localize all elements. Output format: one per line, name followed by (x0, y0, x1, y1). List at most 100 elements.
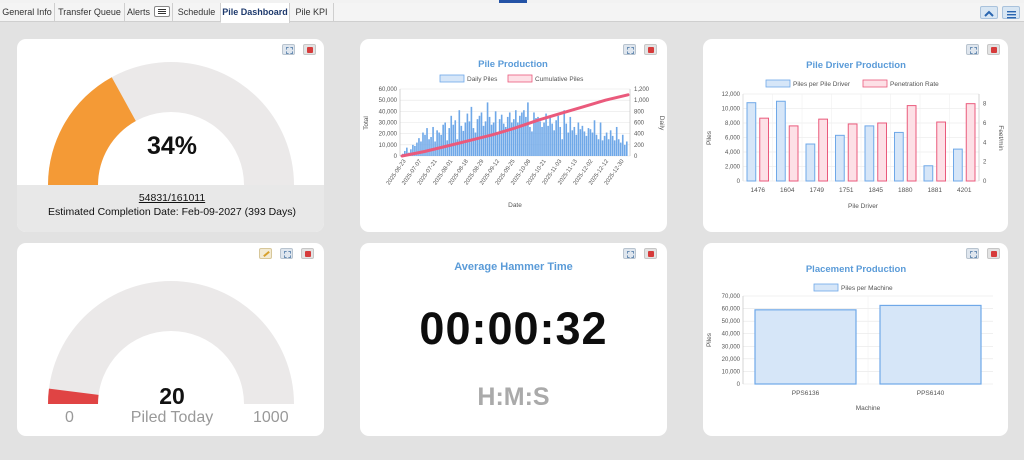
y2-tick-label: 800 (634, 109, 645, 115)
x-tick-label: 1476 (751, 187, 766, 194)
tab-pile-dashboard[interactable]: Pile Dashboard (221, 3, 290, 23)
daily-bar (573, 126, 576, 156)
daily-bar (527, 102, 529, 156)
piles-bar (923, 165, 934, 182)
daily-bar (623, 144, 626, 156)
daily-bar (537, 116, 539, 156)
daily-bar (456, 139, 459, 156)
daily-bar (438, 132, 440, 156)
daily-bar (430, 137, 432, 156)
daily-bar (539, 121, 541, 156)
daily-bar (478, 115, 481, 156)
daily-bar (555, 120, 557, 156)
chart-title: Placement Production (806, 264, 906, 275)
daily-bar (474, 132, 477, 156)
tab-alerts[interactable]: Alerts (125, 3, 173, 22)
hamburger-menu-icon[interactable] (1002, 6, 1020, 19)
tab-transfer-queue[interactable]: Transfer Queue (55, 3, 125, 22)
daily-bar (605, 132, 608, 156)
y2-tick-label: 600 (634, 121, 645, 127)
piles-bar (953, 148, 963, 182)
y-axis-title: Piles (706, 130, 713, 145)
x-tick-label: PPS6140 (917, 390, 945, 397)
legend-label-piles: Piles per Pile Driver (793, 81, 851, 88)
penetration-bar (788, 125, 799, 182)
piles-bar (894, 131, 904, 182)
daily-bar (549, 116, 551, 156)
penetration-bar (936, 121, 946, 182)
gauge-footer: 54831/161011 Estimated Completion Date: … (17, 185, 324, 232)
y-tick-label: 6,000 (725, 136, 741, 142)
legend-swatch-machine (813, 283, 839, 292)
piles-bar (835, 134, 845, 182)
y-tick-label: 20,000 (722, 357, 741, 363)
machine-bar (754, 309, 857, 385)
y2-tick-label: 400 (634, 132, 645, 138)
daily-bar (561, 139, 564, 156)
daily-bar (470, 106, 473, 156)
daily-bar (617, 139, 620, 156)
daily-bar (571, 130, 574, 156)
daily-bar (579, 129, 582, 156)
daily-bar (543, 122, 545, 156)
daily-bar (468, 121, 471, 156)
daily-bar (545, 113, 547, 156)
y-tick-label: 20,000 (379, 132, 398, 138)
x-axis-title: Machine (856, 405, 881, 412)
tab-pile-kpi[interactable]: Pile KPI (290, 3, 334, 22)
chevron-up-icon[interactable] (980, 6, 998, 19)
legend-swatch-daily (439, 74, 465, 83)
daily-bar (444, 122, 446, 156)
daily-bar (480, 112, 483, 156)
y2-tick-label: 4 (983, 140, 987, 146)
close-icon[interactable] (644, 248, 657, 259)
overall-gauge (48, 62, 294, 185)
daily-bar (611, 135, 614, 156)
tab-schedule[interactable]: Schedule (173, 3, 221, 22)
legend-label-cumulative: Cumulative Piles (535, 76, 584, 83)
gauge-percent: 34% (146, 132, 198, 160)
daily-bar (575, 134, 578, 156)
daily-bar (496, 132, 499, 156)
tab-general-info[interactable]: General Info (0, 3, 55, 22)
daily-bar (450, 115, 453, 156)
y-axis-title: Piles (706, 332, 713, 347)
x-axis-title: Pile Driver (848, 203, 879, 210)
hammer-time-value: 00:00:32 (419, 303, 608, 354)
daily-bar (581, 125, 584, 156)
x-tick-label: 1604 (780, 187, 795, 194)
expand-icon[interactable] (623, 248, 636, 259)
daily-bar (484, 121, 487, 156)
daily-bar (551, 123, 553, 156)
piled-today-value: 20 (159, 383, 185, 409)
daily-bar (587, 128, 590, 156)
y2-axis-title: Feet/min (997, 125, 1004, 151)
daily-bar (531, 131, 533, 156)
daily-bar (515, 110, 517, 156)
daily-bar (482, 125, 485, 156)
completion-estimate: Estimated Completion Date: Feb-09-2027 (… (47, 206, 297, 218)
chevron-up-glyph (984, 10, 994, 17)
y2-tick-label: 200 (634, 143, 645, 149)
y-tick-label: 10,000 (722, 107, 741, 113)
daily-bar (559, 126, 562, 156)
list-toggle-icon[interactable] (154, 6, 170, 18)
x-tick-label: 4201 (957, 187, 972, 194)
pile-driver-production-chart: Pile Driver Production Piles per Pile Dri… (706, 60, 1004, 210)
y-tick-label: 0 (394, 154, 398, 160)
daily-bar (557, 115, 559, 156)
daily-bar (498, 119, 501, 156)
y-tick-label: 10,000 (722, 369, 741, 375)
daily-bar (567, 132, 570, 156)
daily-bar (591, 132, 594, 156)
legend-swatch-piles (765, 79, 791, 88)
daily-bar (589, 129, 592, 156)
pile-driver-production-panel: Pile Driver Production Piles per Pile Dri… (703, 39, 1008, 232)
progress-ratio[interactable]: 54831/161011 (17, 185, 324, 204)
daily-bar (521, 112, 523, 156)
legend-label-penetration: Penetration Rate (890, 81, 939, 88)
pile-production-panel: Pile Production Daily Piles Cumulative Pil… (360, 39, 667, 232)
daily-bar (506, 116, 509, 156)
penetration-bar (847, 123, 858, 182)
daily-bar (569, 116, 572, 156)
